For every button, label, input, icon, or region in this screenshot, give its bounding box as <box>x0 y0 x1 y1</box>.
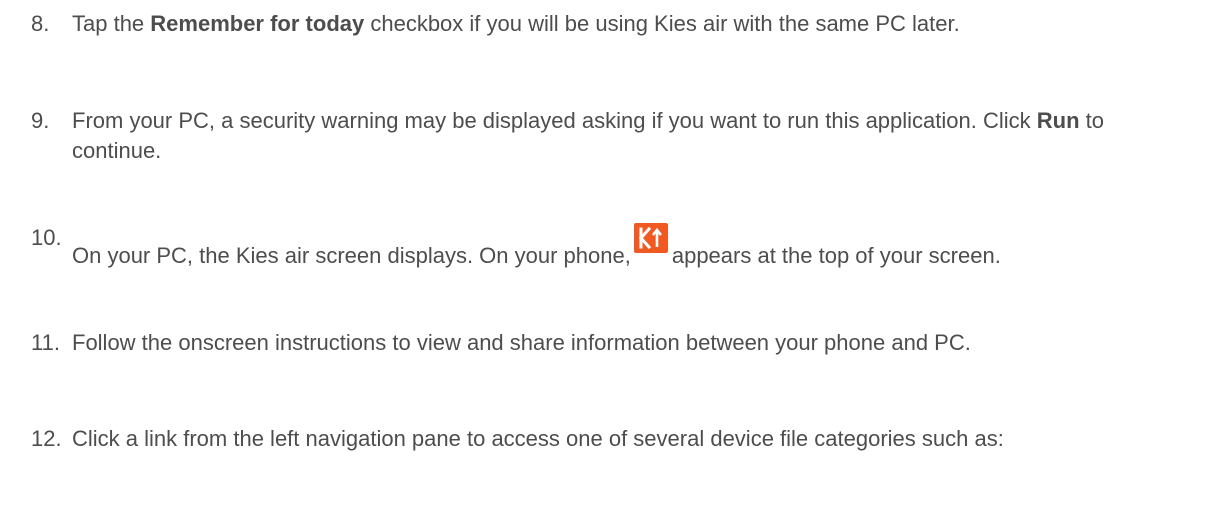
step-number: 11. <box>31 330 60 355</box>
run-label: Run <box>1036 108 1080 133</box>
step-8: 8. Tap the Remember for today checkbox i… <box>31 9 1191 39</box>
step-number: 8. <box>31 11 50 36</box>
step-text: Follow the onscreen instructions to view… <box>72 330 971 355</box>
kies-air-icon <box>633 223 668 253</box>
step-text-start: From your PC, a security warning may be … <box>72 108 1037 133</box>
kies-air-icon-graphic <box>633 223 668 253</box>
step-text-end: appears at the top of your screen. <box>671 243 1001 268</box>
step-text: Click a link from the left navigation pa… <box>72 426 1004 451</box>
step-text: From your PC, a security warning may be … <box>31 106 1191 166</box>
step-text-end: checkbox if you will be using Kies air w… <box>364 11 960 36</box>
step-11: 11. Follow the onscreen instructions to … <box>31 328 1191 358</box>
step-text: On your PC, the Kies air screen displays… <box>31 223 1191 271</box>
step-10: 10. On your PC, the Kies air screen disp… <box>31 223 1191 271</box>
step-number: 9. <box>31 108 50 133</box>
step-text-start: Tap the <box>72 11 151 36</box>
step-number: 10. <box>31 225 62 250</box>
step-text: Tap the Remember for today checkbox if y… <box>31 9 1191 39</box>
step-9: 9. From your PC, a security warning may … <box>31 106 1191 166</box>
step-text-start: On your PC, the Kies air screen displays… <box>72 243 631 268</box>
step-number: 12. <box>31 426 62 451</box>
step-12: 12. Click a link from the left navigatio… <box>31 424 1191 454</box>
remember-for-today-label: Remember for today <box>150 11 365 36</box>
